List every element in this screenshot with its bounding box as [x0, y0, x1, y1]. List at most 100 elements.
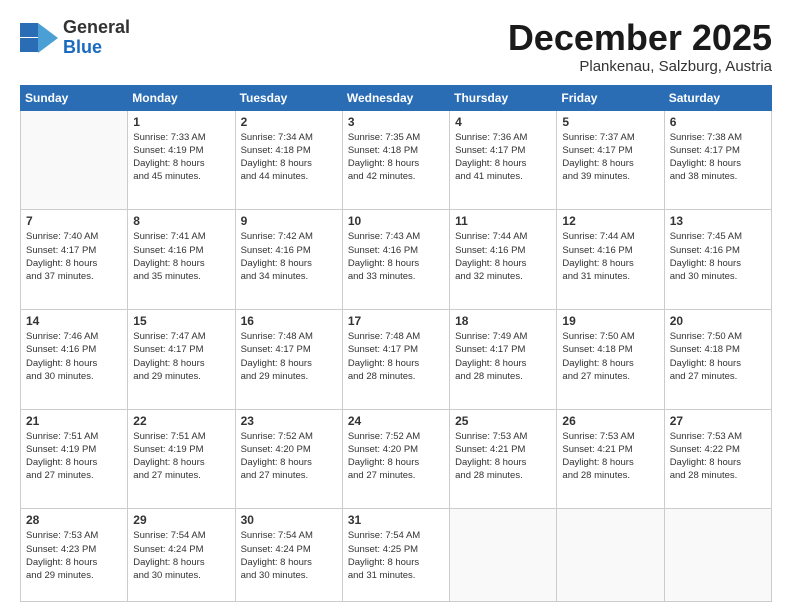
month-title: December 2025	[508, 18, 772, 58]
header-sunday: Sunday	[21, 85, 128, 110]
location-subtitle: Plankenau, Salzburg, Austria	[508, 58, 772, 75]
table-row: 14 Sunrise: 7:46 AM Sunset: 4:16 PM Dayli…	[21, 309, 128, 409]
header-tuesday: Tuesday	[235, 85, 342, 110]
table-row: 2 Sunrise: 7:34 AM Sunset: 4:18 PM Daylig…	[235, 110, 342, 210]
table-row: 9 Sunrise: 7:42 AM Sunset: 4:16 PM Daylig…	[235, 210, 342, 310]
table-row	[557, 509, 664, 602]
day-number: 13	[670, 214, 766, 228]
logo-icon	[20, 23, 58, 53]
day-number: 16	[241, 314, 337, 328]
day-info: Sunrise: 7:54 AM Sunset: 4:24 PM Dayligh…	[241, 529, 337, 582]
day-number: 23	[241, 414, 337, 428]
table-row: 30 Sunrise: 7:54 AM Sunset: 4:24 PM Dayli…	[235, 509, 342, 602]
day-info: Sunrise: 7:37 AM Sunset: 4:17 PM Dayligh…	[562, 131, 658, 184]
table-row: 20 Sunrise: 7:50 AM Sunset: 4:18 PM Dayli…	[664, 309, 771, 409]
day-info: Sunrise: 7:44 AM Sunset: 4:16 PM Dayligh…	[455, 230, 551, 283]
day-number: 15	[133, 314, 229, 328]
day-number: 14	[26, 314, 122, 328]
day-number: 5	[562, 115, 658, 129]
day-info: Sunrise: 7:53 AM Sunset: 4:21 PM Dayligh…	[455, 430, 551, 483]
day-info: Sunrise: 7:50 AM Sunset: 4:18 PM Dayligh…	[562, 330, 658, 383]
table-row: 24Sunrise: 7:52 AM Sunset: 4:20 PM Dayli…	[342, 409, 449, 509]
day-info: Sunrise: 7:53 AM Sunset: 4:23 PM Dayligh…	[26, 529, 122, 582]
header-friday: Friday	[557, 85, 664, 110]
day-info: Sunrise: 7:43 AM Sunset: 4:16 PM Dayligh…	[348, 230, 444, 283]
table-row: 5 Sunrise: 7:37 AM Sunset: 4:17 PM Daylig…	[557, 110, 664, 210]
day-info: Sunrise: 7:33 AM Sunset: 4:19 PM Dayligh…	[133, 131, 229, 184]
table-row: 11Sunrise: 7:44 AM Sunset: 4:16 PM Dayli…	[450, 210, 557, 310]
day-number: 18	[455, 314, 551, 328]
day-number: 2	[241, 115, 337, 129]
day-info: Sunrise: 7:52 AM Sunset: 4:20 PM Dayligh…	[241, 430, 337, 483]
day-number: 20	[670, 314, 766, 328]
table-row: 28 Sunrise: 7:53 AM Sunset: 4:23 PM Dayli…	[21, 509, 128, 602]
table-row: 23 Sunrise: 7:52 AM Sunset: 4:20 PM Dayli…	[235, 409, 342, 509]
title-block: December 2025 Plankenau, Salzburg, Austr…	[508, 18, 772, 75]
day-number: 19	[562, 314, 658, 328]
table-row: 21Sunrise: 7:51 AM Sunset: 4:19 PM Dayli…	[21, 409, 128, 509]
day-number: 4	[455, 115, 551, 129]
table-row	[450, 509, 557, 602]
day-number: 22	[133, 414, 229, 428]
table-row: 12 Sunrise: 7:44 AM Sunset: 4:16 PM Dayli…	[557, 210, 664, 310]
day-info: Sunrise: 7:42 AM Sunset: 4:16 PM Dayligh…	[241, 230, 337, 283]
day-info: Sunrise: 7:40 AM Sunset: 4:17 PM Dayligh…	[26, 230, 122, 283]
day-info: Sunrise: 7:38 AM Sunset: 4:17 PM Dayligh…	[670, 131, 766, 184]
page: General Blue December 2025 Plankenau, Sa…	[0, 0, 792, 612]
table-row: 8 Sunrise: 7:41 AM Sunset: 4:16 PM Daylig…	[128, 210, 235, 310]
day-info: Sunrise: 7:46 AM Sunset: 4:16 PM Dayligh…	[26, 330, 122, 383]
table-row: 29Sunrise: 7:54 AM Sunset: 4:24 PM Dayli…	[128, 509, 235, 602]
table-row: 3Sunrise: 7:35 AM Sunset: 4:18 PM Daylig…	[342, 110, 449, 210]
day-number: 30	[241, 513, 337, 527]
day-number: 28	[26, 513, 122, 527]
table-row	[21, 110, 128, 210]
day-number: 29	[133, 513, 229, 527]
day-number: 10	[348, 214, 444, 228]
table-row: 6Sunrise: 7:38 AM Sunset: 4:17 PM Daylig…	[664, 110, 771, 210]
day-info: Sunrise: 7:49 AM Sunset: 4:17 PM Dayligh…	[455, 330, 551, 383]
table-row: 17Sunrise: 7:48 AM Sunset: 4:17 PM Dayli…	[342, 309, 449, 409]
day-number: 1	[133, 115, 229, 129]
table-row	[664, 509, 771, 602]
table-row: 19 Sunrise: 7:50 AM Sunset: 4:18 PM Dayli…	[557, 309, 664, 409]
day-info: Sunrise: 7:47 AM Sunset: 4:17 PM Dayligh…	[133, 330, 229, 383]
day-info: Sunrise: 7:44 AM Sunset: 4:16 PM Dayligh…	[562, 230, 658, 283]
header-saturday: Saturday	[664, 85, 771, 110]
logo-general: General	[63, 18, 130, 38]
table-row: 25 Sunrise: 7:53 AM Sunset: 4:21 PM Dayli…	[450, 409, 557, 509]
day-number: 7	[26, 214, 122, 228]
day-info: Sunrise: 7:54 AM Sunset: 4:25 PM Dayligh…	[348, 529, 444, 582]
table-row: 13 Sunrise: 7:45 AM Sunset: 4:16 PM Dayli…	[664, 210, 771, 310]
day-number: 12	[562, 214, 658, 228]
day-info: Sunrise: 7:53 AM Sunset: 4:21 PM Dayligh…	[562, 430, 658, 483]
day-number: 3	[348, 115, 444, 129]
day-info: Sunrise: 7:41 AM Sunset: 4:16 PM Dayligh…	[133, 230, 229, 283]
header-wednesday: Wednesday	[342, 85, 449, 110]
day-number: 27	[670, 414, 766, 428]
header: General Blue December 2025 Plankenau, Sa…	[20, 18, 772, 75]
day-info: Sunrise: 7:34 AM Sunset: 4:18 PM Dayligh…	[241, 131, 337, 184]
calendar-table: Sunday Monday Tuesday Wednesday Thursday…	[20, 85, 772, 602]
logo-blue: Blue	[63, 38, 130, 58]
table-row: 16 Sunrise: 7:48 AM Sunset: 4:17 PM Dayli…	[235, 309, 342, 409]
table-row: 10 Sunrise: 7:43 AM Sunset: 4:16 PM Dayli…	[342, 210, 449, 310]
table-row: 26Sunrise: 7:53 AM Sunset: 4:21 PM Dayli…	[557, 409, 664, 509]
table-row: 7 Sunrise: 7:40 AM Sunset: 4:17 PM Daylig…	[21, 210, 128, 310]
day-info: Sunrise: 7:48 AM Sunset: 4:17 PM Dayligh…	[241, 330, 337, 383]
day-number: 25	[455, 414, 551, 428]
day-number: 8	[133, 214, 229, 228]
day-info: Sunrise: 7:45 AM Sunset: 4:16 PM Dayligh…	[670, 230, 766, 283]
header-thursday: Thursday	[450, 85, 557, 110]
table-row: 22 Sunrise: 7:51 AM Sunset: 4:19 PM Dayli…	[128, 409, 235, 509]
table-row: 1 Sunrise: 7:33 AM Sunset: 4:19 PM Daylig…	[128, 110, 235, 210]
logo: General Blue	[20, 18, 130, 58]
day-info: Sunrise: 7:51 AM Sunset: 4:19 PM Dayligh…	[133, 430, 229, 483]
calendar-header-row: Sunday Monday Tuesday Wednesday Thursday…	[21, 85, 772, 110]
day-number: 17	[348, 314, 444, 328]
day-info: Sunrise: 7:53 AM Sunset: 4:22 PM Dayligh…	[670, 430, 766, 483]
table-row: 18 Sunrise: 7:49 AM Sunset: 4:17 PM Dayli…	[450, 309, 557, 409]
day-number: 9	[241, 214, 337, 228]
day-info: Sunrise: 7:36 AM Sunset: 4:17 PM Dayligh…	[455, 131, 551, 184]
header-monday: Monday	[128, 85, 235, 110]
day-info: Sunrise: 7:50 AM Sunset: 4:18 PM Dayligh…	[670, 330, 766, 383]
